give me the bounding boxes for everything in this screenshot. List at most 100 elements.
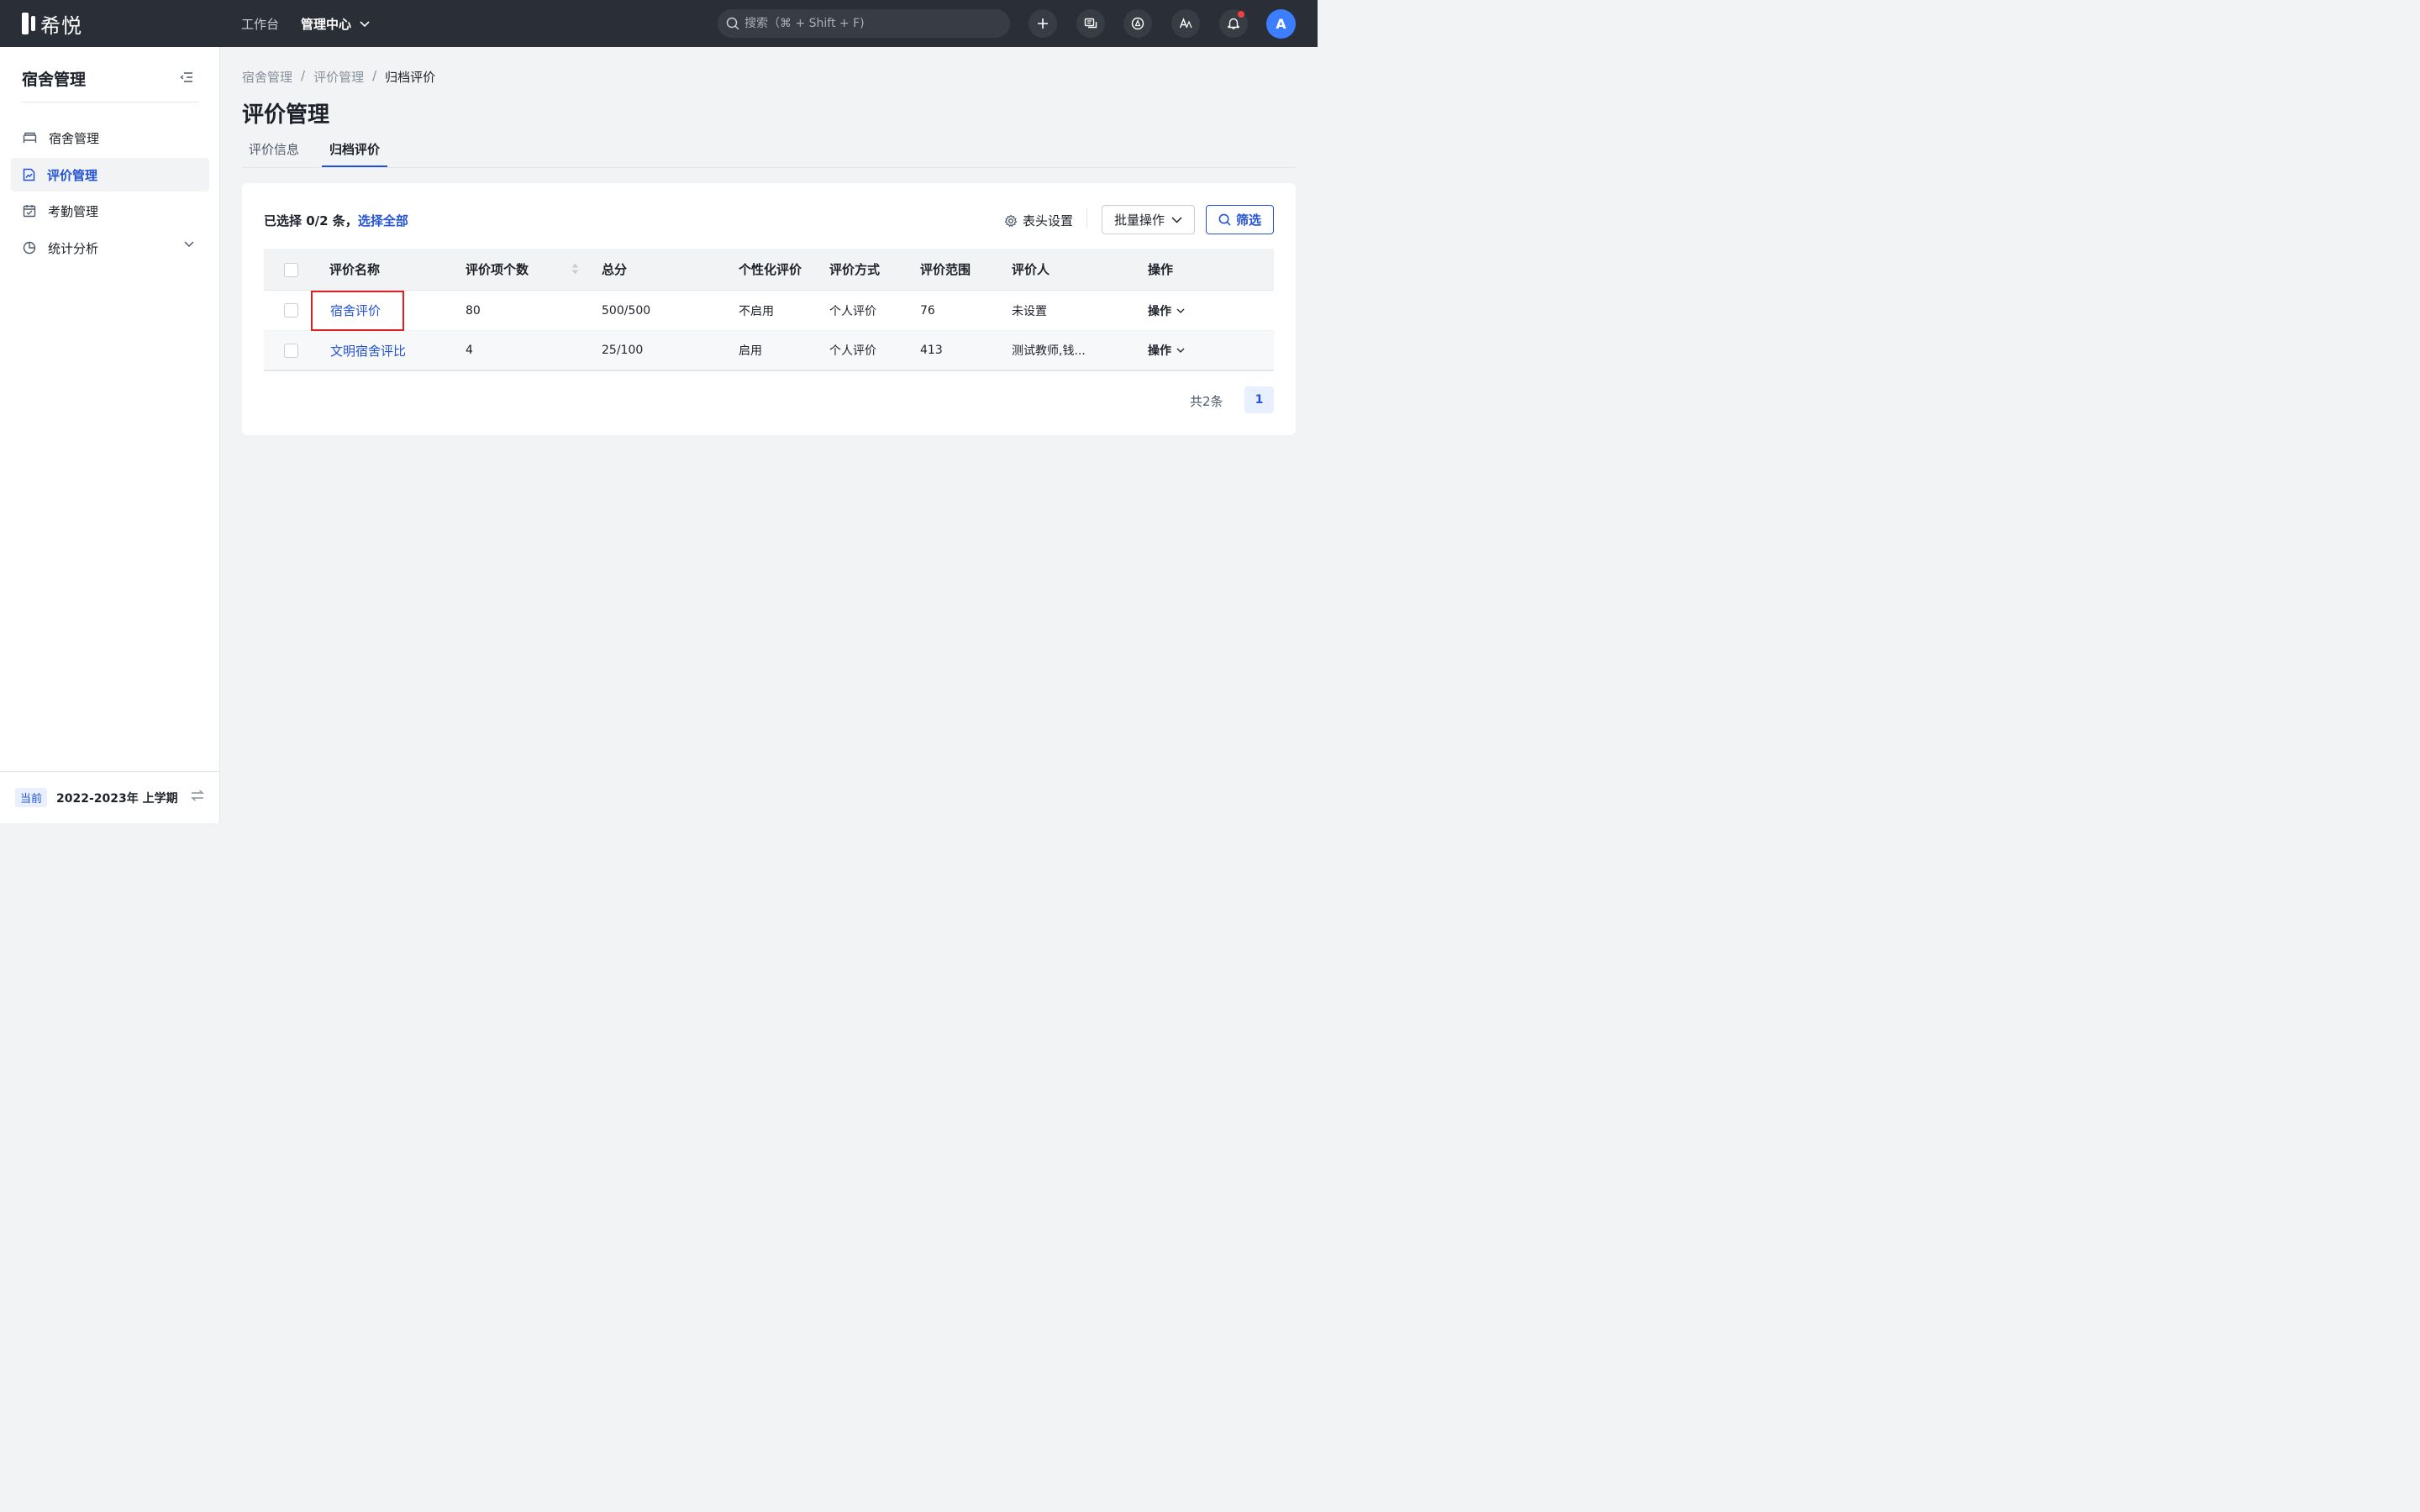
column-settings-button[interactable]: 表头设置 [1004,212,1073,229]
breadcrumb-item-current: 归档评价 [385,70,436,85]
nav-admin-center-label: 管理中心 [301,17,352,32]
search-input[interactable] [744,17,997,30]
sidebar-item-label: 考勤管理 [48,203,99,219]
top-bar: 希悦 工作台 管理中心 A [0,0,1318,47]
chevron-down-icon [184,241,194,248]
font-icon [1179,18,1192,29]
search-icon [726,17,739,30]
column-header-method: 评价方式 [829,262,881,277]
tab-archived-evaluation[interactable]: 归档评价 [329,140,380,158]
row-operation-dropdown[interactable]: 操作 [1148,331,1185,370]
select-all-link[interactable]: 选择全部 [358,213,408,228]
operation-label: 操作 [1148,304,1171,318]
selection-count: 已选择 0/2 条， [264,213,358,228]
tab-evaluation-info[interactable]: 评价信息 [249,140,299,158]
notification-badge [1238,11,1244,18]
method-cell: 个人评价 [829,304,876,318]
pagination-page-1[interactable]: 1 [1244,386,1274,413]
highlight-box [311,291,404,331]
chevron-down-icon [1176,308,1185,313]
page-title: 评价管理 [242,102,330,128]
calendar-icon [23,205,36,218]
term-badge: 当前 [15,788,48,807]
chevron-down-icon [360,20,370,27]
logo-icon [22,13,35,34]
messages-button[interactable] [1076,9,1105,38]
select-all-checkbox[interactable] [284,263,298,277]
total-score-cell: 500/500 [602,303,651,318]
row-operation-dropdown[interactable]: 操作 [1148,291,1185,330]
column-settings-label: 表头设置 [1023,213,1074,228]
chevron-down-icon [1176,348,1185,353]
column-header-personal: 个性化评价 [739,262,802,277]
column-header-total: 总分 [602,262,628,277]
chart-doc-icon [23,168,35,181]
pie-chart-icon [23,241,36,255]
archived-evaluation-card: 已选择 0/2 条，选择全部 表头设置 批量操作 筛选 评价名称 评价项个数 总… [242,183,1296,435]
logo-text: 希悦 [40,13,82,38]
explore-button[interactable] [1123,9,1152,38]
batch-operation-button[interactable]: 批量操作 [1102,205,1195,234]
personal-cell: 启用 [739,344,762,358]
method-cell: 个人评价 [829,344,876,358]
gear-icon [1004,214,1018,227]
scope-cell: 76 [920,303,935,318]
sidebar-footer-divider [0,771,220,772]
compass-icon [1131,17,1144,30]
chevron-down-icon [1171,216,1182,223]
filter-button[interactable]: 筛选 [1206,205,1274,234]
bed-icon [23,132,37,143]
term-label: 2022-2023年 上学期 [56,792,178,806]
evaluation-name-link[interactable]: 文明宿舍评比 [330,331,406,370]
row-checkbox[interactable] [284,344,298,358]
breadcrumb: 宿舍管理 / 评价管理 / 归档评价 [242,68,435,86]
breadcrumb-item-dormitory[interactable]: 宿舍管理 [242,68,292,86]
row-checkbox[interactable] [284,303,298,318]
sidebar-item-label: 统计分析 [48,240,99,256]
batch-operation-label: 批量操作 [1113,213,1165,228]
sidebar: 宿舍管理 宿舍管理 评价管理 考勤管理 统计分析 当前 2022-2023年 上… [0,47,220,823]
sidebar-item-evaluation[interactable]: 评价管理 [11,158,209,192]
sort-icon[interactable] [571,263,579,275]
column-header-operation: 操作 [1148,262,1174,277]
notifications-button[interactable] [1219,9,1248,38]
language-button[interactable] [1171,9,1200,38]
column-header-item-count[interactable]: 评价项个数 [466,249,529,290]
operation-label: 操作 [1148,344,1171,358]
table-header: 评价名称 评价项个数 总分 个性化评价 评价方式 评价范围 评价人 操作 [264,249,1274,291]
collapse-sidebar-button[interactable] [180,71,193,87]
sidebar-item-dormitory[interactable]: 宿舍管理 [11,121,209,155]
item-count-cell: 4 [466,344,473,357]
sidebar-item-attendance[interactable]: 考勤管理 [11,194,209,228]
add-button[interactable] [1028,9,1057,38]
filter-label: 筛选 [1235,213,1261,228]
search-icon [1218,213,1231,226]
switch-term-button[interactable] [190,790,205,805]
sidebar-title: 宿舍管理 [22,71,87,89]
selection-info: 已选择 0/2 条，选择全部 [264,212,408,229]
sidebar-item-label: 评价管理 [47,167,98,183]
evaluator-cell: 测试教师,钱... [1012,344,1086,358]
toolbar-divider [1086,208,1087,228]
collapse-menu-icon [180,72,192,82]
table-row: 文明宿舍评比 4 25/100 启用 个人评价 413 测试教师,钱... 操作 [264,331,1274,371]
logo[interactable]: 希悦 [22,12,82,38]
column-header-scope: 评价范围 [920,262,971,277]
item-count-cell: 80 [466,303,481,318]
breadcrumb-separator: / [301,68,306,83]
search-box[interactable] [718,9,1010,38]
sidebar-item-statistics[interactable]: 统计分析 [11,231,209,265]
pagination-total: 共2条 [1190,394,1223,409]
total-score-cell: 25/100 [602,344,644,357]
bell-icon [1228,18,1239,29]
breadcrumb-separator: / [372,68,377,83]
nav-admin-center[interactable]: 管理中心 [301,15,370,33]
evaluation-table: 评价名称 评价项个数 总分 个性化评价 评价方式 评价范围 评价人 操作 宿舍评… [264,249,1274,371]
nav-workbench[interactable]: 工作台 [241,15,279,33]
tab-active-indicator [322,165,387,167]
scope-cell: 413 [920,344,943,357]
breadcrumb-item-evaluation[interactable]: 评价管理 [313,68,364,86]
avatar[interactable]: A [1266,9,1296,39]
column-header-evaluator: 评价人 [1012,262,1050,277]
message-icon [1084,18,1097,29]
